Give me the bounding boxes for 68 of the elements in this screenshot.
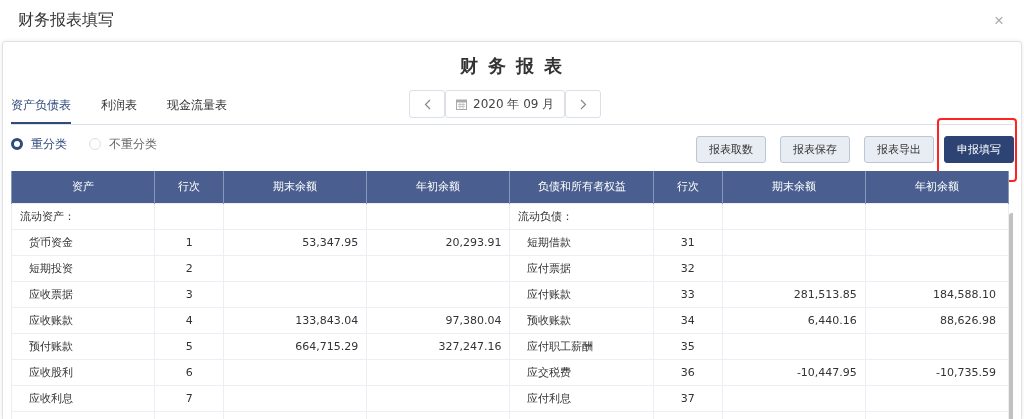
column-header: 年初余额 xyxy=(366,171,510,203)
table-cell: 3 xyxy=(185,287,193,301)
table-cell: 应付职工薪酬 xyxy=(527,339,594,353)
tab[interactable]: 资产负债表 xyxy=(11,97,71,124)
table-cell: 短期借款 xyxy=(527,235,572,249)
table-cell: 31 xyxy=(680,235,695,249)
table-cell: 预收账款 xyxy=(527,313,572,327)
table-cell: 37 xyxy=(680,391,695,405)
action-button[interactable]: 报表取数 xyxy=(696,136,766,163)
table-cell: 97,380.04 xyxy=(445,313,502,327)
column-header: 行次 xyxy=(653,171,723,203)
next-button[interactable] xyxy=(565,90,601,118)
table-cell: 184,588.10 xyxy=(933,287,996,301)
chevron-right-icon xyxy=(579,98,587,110)
column-header: 负债和所有者权益 xyxy=(510,171,654,203)
table-cell: 短期投资 xyxy=(29,261,73,275)
table-cell: 应收账款 xyxy=(29,313,73,327)
action-button[interactable]: 报表导出 xyxy=(864,136,934,163)
radio-button[interactable] xyxy=(11,138,23,150)
month-field[interactable]: 2020 年 09 月 xyxy=(445,90,565,118)
column-header: 期末余额 xyxy=(223,171,367,203)
table-cell: 35 xyxy=(680,339,695,353)
table-cell: 327,247.16 xyxy=(438,339,502,353)
previous-button[interactable] xyxy=(409,90,445,118)
table-cell: 7 xyxy=(185,391,193,405)
submit-button[interactable]: 申报填写 xyxy=(944,136,1014,163)
column-header: 期末余额 xyxy=(722,171,866,203)
column-header: 年初余额 xyxy=(865,171,1009,203)
table-cell: 2 xyxy=(185,261,193,275)
tab[interactable]: 现金流量表 xyxy=(167,97,227,124)
table-cell: 6,440.16 xyxy=(807,313,857,327)
table-cell: 33 xyxy=(680,287,695,301)
table-cell: 预付账款 xyxy=(29,339,73,353)
table-cell: 664,715.29 xyxy=(295,339,359,353)
table-cell: 133,843.04 xyxy=(295,313,359,327)
table-cell: 20,293.91 xyxy=(445,235,502,249)
table-cell: 281,513.85 xyxy=(793,287,857,301)
radio-label[interactable]: 不重分类 xyxy=(109,135,157,153)
tab[interactable]: 利润表 xyxy=(101,97,137,124)
dialog-title: 财务报表填写 xyxy=(18,10,114,31)
table-cell: 流动资产： xyxy=(20,209,75,223)
table-cell: 4 xyxy=(185,313,193,327)
calendar-icon xyxy=(456,98,467,110)
table-cell: 应付票据 xyxy=(527,261,572,275)
table-cell: 53,347.95 xyxy=(302,235,359,249)
table-cell: 88,626.98 xyxy=(940,313,996,327)
chevron-left-icon xyxy=(423,98,431,110)
table-cell: -10,447.95 xyxy=(796,365,857,379)
radio-label[interactable]: 重分类 xyxy=(31,135,67,153)
table-cell: 应付利息 xyxy=(527,391,572,405)
table-cell: 应交税费 xyxy=(527,365,572,379)
table-cell: 6 xyxy=(185,365,193,379)
table-cell: 应收利息 xyxy=(29,391,73,405)
table-cell: 36 xyxy=(680,365,695,379)
table-cell: 应付账款 xyxy=(527,287,572,301)
table-cell: 5 xyxy=(185,339,193,353)
column-header: 行次 xyxy=(154,171,224,203)
table-cell: 应收票据 xyxy=(29,287,73,301)
report-title: 财 务 报 表 xyxy=(458,54,566,78)
table-cell: 1 xyxy=(185,235,193,249)
table-cell: 34 xyxy=(680,313,695,327)
column-header: 资产 xyxy=(11,171,155,203)
table-cell: 货币资金 xyxy=(29,235,73,249)
action-button[interactable]: 报表保存 xyxy=(780,136,850,163)
table-cell: -10,735.59 xyxy=(936,365,996,379)
table-cell: 应收股利 xyxy=(29,365,73,379)
table-cell: 32 xyxy=(680,261,695,275)
table-cell: 流动负债： xyxy=(518,209,574,223)
